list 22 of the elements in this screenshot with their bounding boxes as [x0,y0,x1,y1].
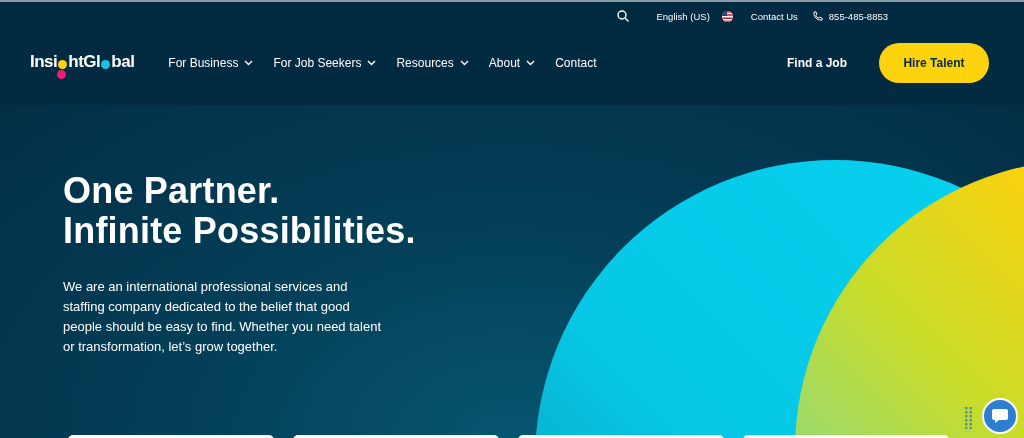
chat-icon [991,408,1009,424]
search-icon[interactable] [616,10,629,22]
us-flag-icon [721,10,733,22]
phone-icon [811,10,823,22]
find-job-link[interactable]: Find a Job [787,56,847,70]
nav-link[interactable]: About [488,56,536,70]
chevron-down-icon [244,60,254,66]
chevron-down-icon [367,60,377,66]
phone-link[interactable]: 855-485-8853 [811,10,888,22]
chevron-down-icon [526,60,536,66]
contact-link[interactable]: Contact Us [750,10,798,22]
logo[interactable]: Insi htGl bal [30,52,135,82]
hero-headline: One Partner. Infinite Possibilities. [63,171,416,251]
nav-link[interactable]: For Job Seekers [273,56,377,70]
hero-description: We are an international professional services and staffing company dedicated to the belief that good people should be easy to find. Whether you need talent or transformation, let’s grow together. [63,278,382,356]
language-selector[interactable]: English (US) [656,10,733,22]
nav-link[interactable]: Contact [555,56,597,70]
hire-talent-button[interactable]: Hire Talent [879,43,989,83]
nav-link[interactable]: For Business [168,56,254,70]
drag-handle-icon[interactable] [965,407,972,429]
chevron-down-icon [459,60,469,66]
nav-link[interactable]: Resources [396,56,469,70]
